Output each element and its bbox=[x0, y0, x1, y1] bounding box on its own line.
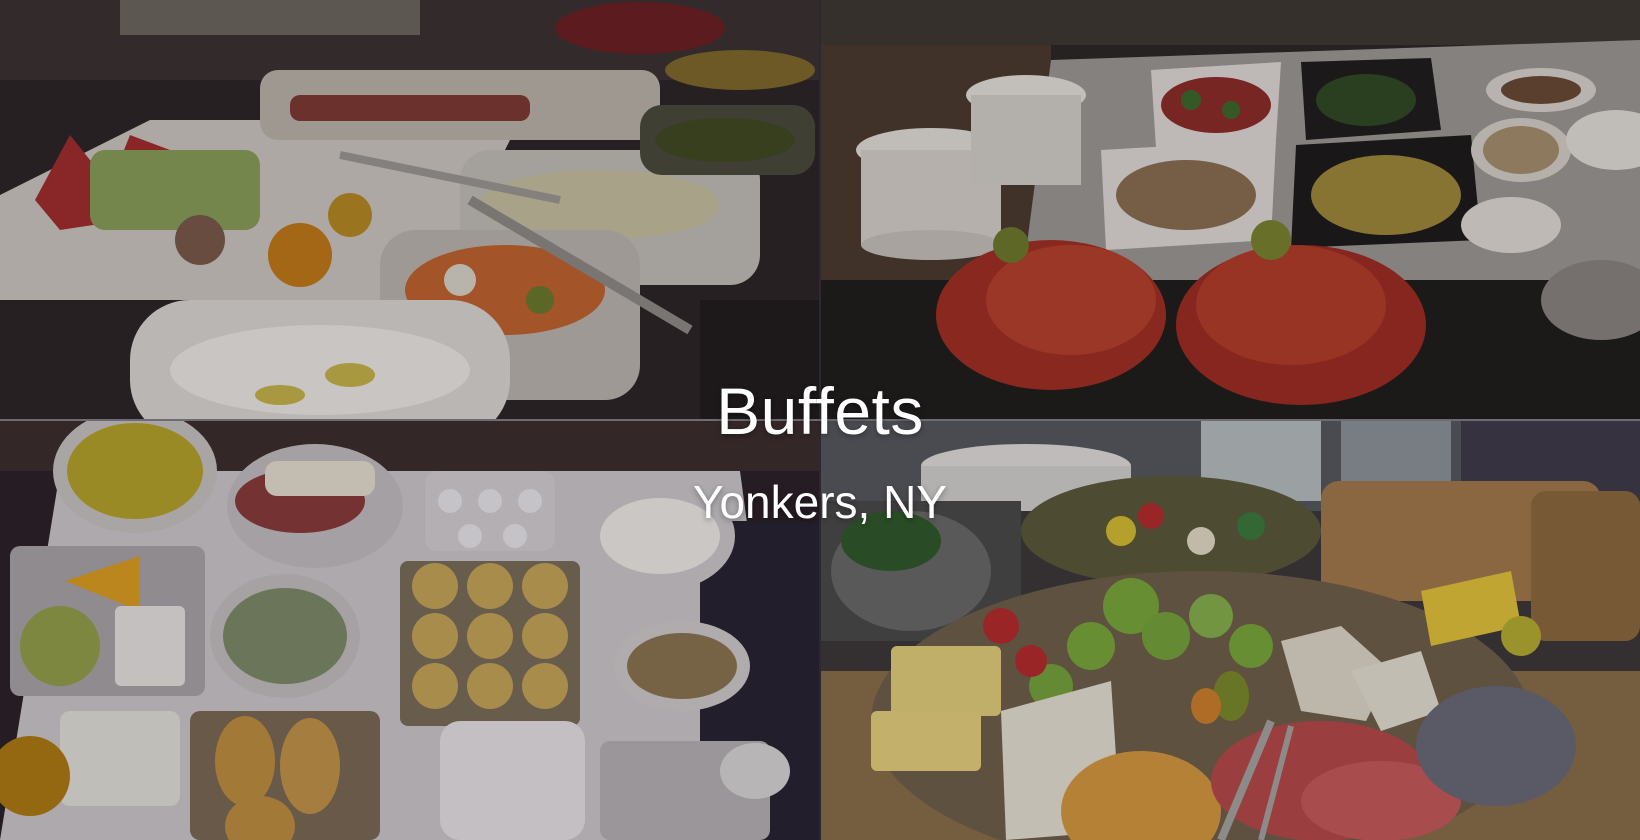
page-title: Buffets bbox=[716, 374, 924, 448]
location-subtitle: Yonkers, NY bbox=[693, 476, 947, 528]
photo-buffet-crayfish bbox=[821, 0, 1640, 419]
photo-buffet-fruit-dips bbox=[0, 0, 819, 419]
buffets-hero: Buffets Yonkers, NY bbox=[0, 0, 1640, 840]
